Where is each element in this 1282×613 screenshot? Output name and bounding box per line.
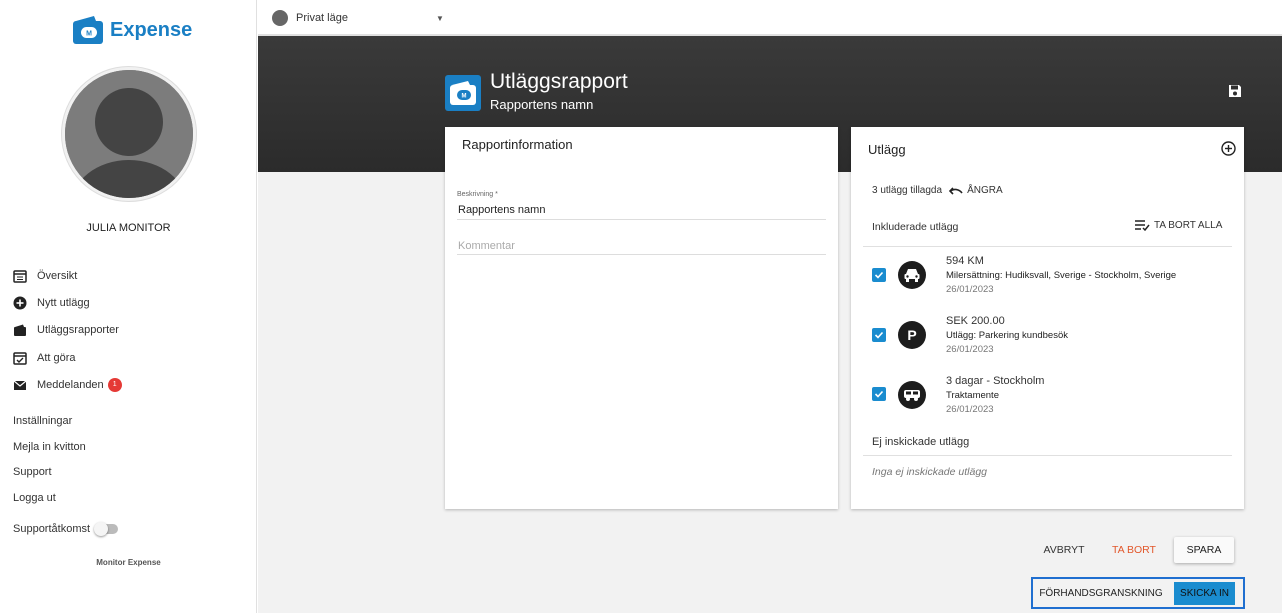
- comment-underline: [457, 254, 826, 255]
- cancel-button[interactable]: AVBRYT: [1035, 538, 1093, 562]
- wallet-icon: [12, 322, 28, 338]
- expenses-title: Utlägg: [868, 142, 906, 157]
- expenses-card: Utlägg 3 utlägg tillagda ÅNGRA Inkludera…: [851, 127, 1244, 509]
- included-header: Inkluderade utlägg: [872, 221, 959, 233]
- added-count-text: 3 utlägg tillagda: [872, 185, 943, 196]
- sidebar: M Expense JULIA MONITOR Översikt Nytt ut…: [0, 0, 257, 613]
- remove-all-label: TA BORT ALLA: [1154, 219, 1223, 231]
- svg-text:M: M: [86, 31, 92, 38]
- support-access: Supportåtkomst: [13, 522, 119, 536]
- added-status: 3 utlägg tillagda ÅNGRA: [872, 185, 1003, 196]
- sidebar-item-oversikt[interactable]: Översikt: [12, 262, 122, 289]
- expense-amount: 594 KM: [946, 255, 984, 267]
- sidebar-item-meddelanden[interactable]: Meddelanden 1: [12, 371, 122, 398]
- avatar[interactable]: [62, 67, 196, 201]
- unread-badge: 1: [107, 377, 122, 392]
- chevron-down-icon: ▼: [435, 13, 444, 23]
- calendar-check-icon: [12, 350, 28, 366]
- email-receipts-link[interactable]: Mejla in kvitton: [13, 437, 86, 463]
- sidebar-item-utlaggsrapporter[interactable]: Utläggsrapporter: [12, 317, 122, 344]
- user-name: JULIA MONITOR: [86, 222, 171, 234]
- delete-button[interactable]: TA BORT: [1105, 538, 1163, 562]
- sidebar-item-label: Nytt utlägg: [37, 296, 90, 309]
- description-underline: [457, 219, 826, 220]
- description-label: Beskrivning *: [457, 191, 498, 198]
- description-field[interactable]: Rapportens namn: [458, 204, 545, 216]
- save-button[interactable]: SPARA: [1174, 537, 1234, 563]
- report-info-card: Rapportinformation Beskrivning * Rapport…: [445, 127, 838, 509]
- divider: [863, 455, 1232, 456]
- divider: [863, 246, 1232, 247]
- expense-description: Traktamente: [946, 390, 999, 401]
- expense-checkbox[interactable]: [872, 268, 886, 282]
- sidebar-nav: Översikt Nytt utlägg Utläggsrapporter At…: [12, 262, 122, 398]
- expense-date: 26/01/2023: [946, 284, 994, 295]
- expense-amount: SEK 200.00: [946, 315, 1005, 327]
- sidebar-item-label: Meddelanden: [37, 378, 104, 391]
- mode-label: Privat läge: [296, 12, 348, 24]
- topbar: Privat läge ▼: [258, 0, 1282, 36]
- clear-list-icon: [1135, 220, 1150, 231]
- add-circle-icon[interactable]: [1221, 141, 1236, 156]
- expense-amount: 3 dagar - Stockholm: [946, 375, 1045, 387]
- remove-all-button[interactable]: TA BORT ALLA: [1134, 219, 1222, 231]
- report-info-title: Rapportinformation: [462, 137, 573, 152]
- expense-item: P SEK 200.00 Utlägg: Parkering kundbesök…: [851, 313, 1244, 371]
- svg-text:M: M: [462, 94, 467, 100]
- undo-button[interactable]: ÅNGRA: [949, 185, 1003, 196]
- unsent-empty-text: Inga ej inskickade utlägg: [872, 466, 987, 478]
- support-access-toggle[interactable]: [94, 522, 119, 536]
- wallet-logo-icon: M: [73, 16, 103, 44]
- mode-selector[interactable]: Privat läge ▼: [272, 10, 444, 26]
- support-access-label: Supportåtkomst: [13, 523, 91, 535]
- expense-date: 26/01/2023: [946, 344, 994, 355]
- mail-icon: [12, 377, 28, 393]
- plus-circle-icon: [12, 295, 28, 311]
- sidebar-item-att-gora[interactable]: Att göra: [12, 344, 122, 371]
- footer-brand: Monitor Expense: [96, 558, 161, 567]
- undo-icon: [949, 186, 963, 195]
- submit-button[interactable]: SKICKA IN: [1174, 582, 1235, 605]
- parking-icon: P: [898, 321, 926, 349]
- app-logo[interactable]: M Expense: [72, 15, 192, 45]
- page-subtitle: Rapportens namn: [490, 97, 594, 112]
- sidebar-links: Inställningar Mejla in kvitton Support L…: [13, 411, 86, 513]
- comment-field[interactable]: Kommentar: [458, 240, 515, 252]
- car-icon: [898, 261, 926, 289]
- expense-checkbox[interactable]: [872, 328, 886, 342]
- expense-date: 26/01/2023: [946, 404, 994, 415]
- app-name: Expense: [110, 18, 193, 41]
- sidebar-item-label: Översikt: [37, 269, 78, 282]
- bus-icon: [898, 381, 926, 409]
- floppy-save-icon[interactable]: [1228, 84, 1242, 98]
- preview-button[interactable]: FÖRHANDSGRANSKNING: [1037, 582, 1165, 604]
- calendar-list-icon: [12, 268, 28, 284]
- user-silhouette-icon: [65, 70, 193, 198]
- expense-description: Milersättning: Hudiksvall, Sverige - Sto…: [946, 270, 1177, 281]
- unsent-header: Ej inskickade utlägg: [872, 436, 970, 448]
- logout-link[interactable]: Logga ut: [13, 488, 86, 514]
- sidebar-item-nytt-utlagg[interactable]: Nytt utlägg: [12, 289, 122, 316]
- sidebar-item-label: Utläggsrapporter: [37, 324, 119, 337]
- expense-checkbox[interactable]: [872, 387, 886, 401]
- settings-link[interactable]: Inställningar: [13, 411, 86, 437]
- support-link[interactable]: Support: [13, 462, 86, 488]
- expense-item: 3 dagar - Stockholm Traktamente 26/01/20…: [851, 373, 1244, 431]
- page-title: Utläggsrapport: [490, 70, 628, 93]
- expense-description: Utlägg: Parkering kundbesök: [946, 330, 1068, 341]
- expense-item: 594 KM Milersättning: Hudiksvall, Sverig…: [851, 253, 1244, 311]
- undo-label: ÅNGRA: [967, 185, 1003, 196]
- report-wallet-icon: M: [445, 75, 481, 111]
- mode-avatar-icon: [272, 10, 288, 26]
- sidebar-item-label: Att göra: [37, 351, 76, 364]
